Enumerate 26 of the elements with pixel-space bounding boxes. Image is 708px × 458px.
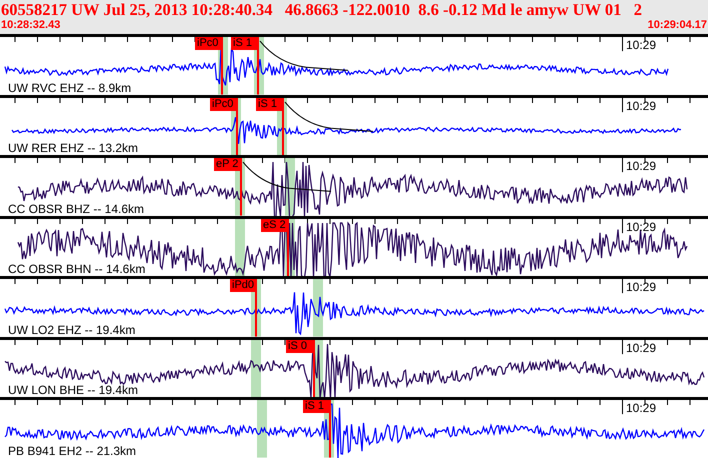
pick-flag[interactable]: iPc0 bbox=[195, 37, 222, 50]
time-label: 10:29 bbox=[626, 281, 656, 294]
channel-label: UW LON BHE -- 19.4km bbox=[8, 384, 138, 398]
channel-label: UW RER EHZ -- 13.2km bbox=[8, 142, 138, 156]
start-time: 10:28:32.43 bbox=[1, 19, 60, 32]
pick-flag[interactable]: iPd0 bbox=[230, 279, 256, 292]
time-label: 10:29 bbox=[626, 39, 656, 52]
pick-flag[interactable]: iS 1 bbox=[303, 400, 330, 414]
channel-label: CC OBSR BHZ -- 14.6km bbox=[8, 202, 144, 216]
pick-flag[interactable]: eP 2 bbox=[214, 158, 241, 172]
channel-label: UW LO2 EHZ -- 19.4km bbox=[8, 324, 136, 337]
pick-flag[interactable]: iS 0 bbox=[286, 340, 314, 353]
time-label: 10:29 bbox=[626, 402, 656, 416]
time-label: 10:29 bbox=[626, 220, 656, 234]
pick-flag[interactable]: iPc0 bbox=[210, 98, 237, 111]
channel-label: CC OBSR BHN -- 14.6km bbox=[8, 263, 146, 276]
time-label: 10:29 bbox=[626, 160, 656, 174]
end-time: 10:29:04.17 bbox=[648, 19, 707, 32]
event-title: 60558217 UW Jul 25, 2013 10:28:40.34 46.8663 -122.0010 8.6 -0.12 Md le amyw UW 01 2 bbox=[1, 0, 644, 19]
pick-flag[interactable]: iS 1 bbox=[231, 37, 258, 50]
time-label: 10:29 bbox=[626, 342, 656, 355]
pick-flag[interactable]: iS 1 bbox=[256, 98, 283, 111]
pick-flag[interactable]: eS 2 bbox=[261, 218, 288, 232]
channel-label: UW RVC EHZ -- 8.9km bbox=[8, 82, 132, 95]
channel-label: PB B941 EH2 -- 21.3km bbox=[8, 445, 136, 458]
time-label: 10:29 bbox=[626, 100, 656, 113]
